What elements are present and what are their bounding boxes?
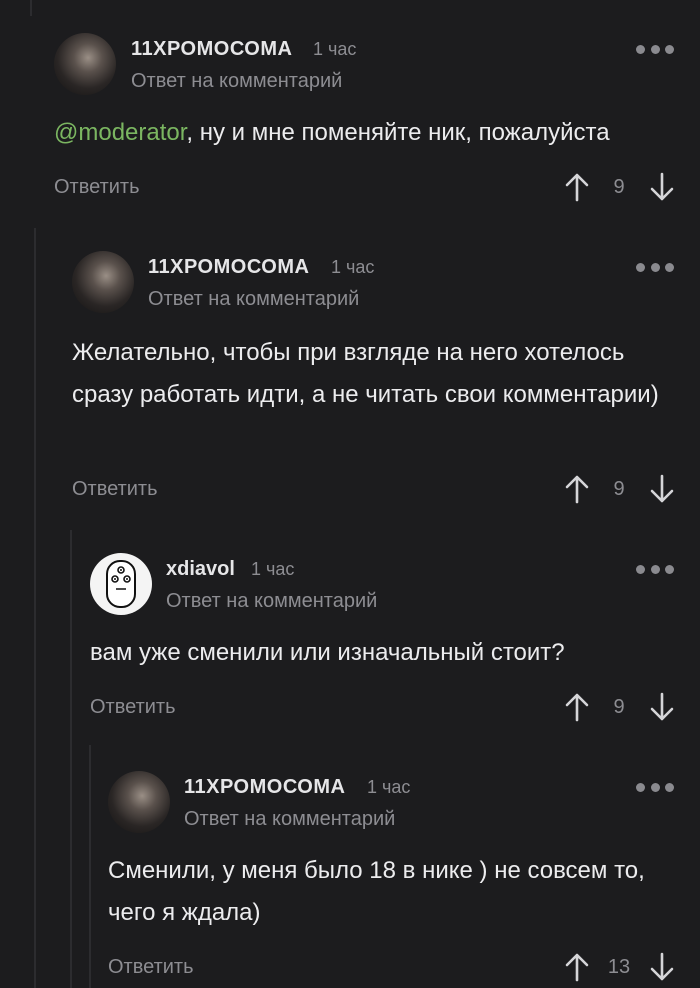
reply-button[interactable]: Ответить — [90, 696, 176, 719]
vote-score: 9 — [613, 478, 625, 500]
vote-score: 13 — [607, 956, 631, 978]
reply-button[interactable]: Ответить — [72, 478, 158, 501]
mention-link[interactable]: @moderator — [54, 119, 186, 146]
timestamp: 1 час — [313, 39, 357, 59]
upvote-icon[interactable] — [564, 172, 590, 202]
comment-text: вам уже сменили или изначальный стоит? — [90, 639, 565, 666]
timestamp: 1 час — [367, 777, 411, 797]
upvote-icon[interactable] — [564, 952, 590, 982]
avatar[interactable] — [54, 33, 116, 95]
downvote-icon[interactable] — [649, 474, 675, 504]
upvote-icon[interactable] — [564, 692, 590, 722]
comment-text: @moderator, ну и мне поменяйте ник, пожа… — [54, 119, 610, 146]
thread-line — [89, 745, 91, 988]
username[interactable]: 11ХРОМОСОМА — [131, 38, 292, 61]
comment-text: Сменили, у меня было 18 в нике ) не совс… — [108, 857, 645, 926]
timestamp: 1 час — [331, 257, 375, 277]
reply-to-label[interactable]: Ответ на комментарий — [148, 288, 359, 311]
thread-line — [70, 530, 72, 988]
reply-button[interactable]: Ответить — [108, 956, 194, 979]
reply-to-label[interactable]: Ответ на комментарий — [184, 808, 395, 831]
thread-line — [34, 228, 36, 988]
username[interactable]: 11ХРОМОСОМА — [184, 776, 345, 799]
username[interactable]: 11ХРОМОСОМА — [148, 256, 309, 279]
more-options-icon[interactable] — [636, 782, 674, 792]
reply-button[interactable]: Ответить — [54, 176, 140, 199]
upvote-icon[interactable] — [564, 474, 590, 504]
reply-to-label[interactable]: Ответ на комментарий — [166, 590, 377, 613]
reply-to-label[interactable]: Ответ на комментарий — [131, 70, 342, 93]
downvote-icon[interactable] — [649, 172, 675, 202]
downvote-icon[interactable] — [649, 952, 675, 982]
avatar[interactable] — [108, 771, 170, 833]
avatar[interactable] — [90, 553, 152, 615]
vote-score: 9 — [613, 176, 625, 198]
more-options-icon[interactable] — [636, 44, 674, 54]
more-options-icon[interactable] — [636, 564, 674, 574]
avatar-face-icon — [106, 560, 136, 608]
timestamp: 1 час — [251, 559, 295, 579]
comment-text: Желательно, чтобы при взгляде на него хо… — [72, 339, 659, 408]
avatar[interactable] — [72, 251, 134, 313]
username[interactable]: xdiavol — [166, 558, 235, 581]
downvote-icon[interactable] — [649, 692, 675, 722]
thread-line — [30, 0, 32, 16]
more-options-icon[interactable] — [636, 262, 674, 272]
vote-score: 9 — [613, 696, 625, 718]
